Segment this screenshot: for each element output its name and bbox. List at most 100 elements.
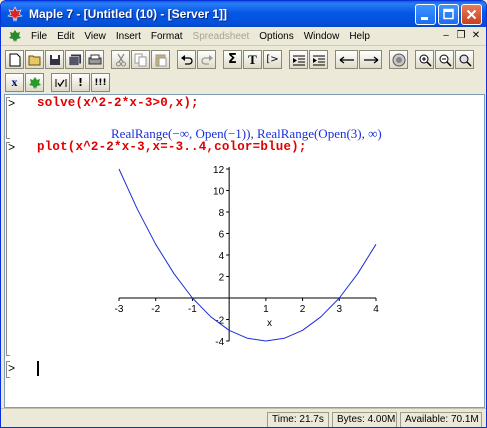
right-arrow-icon <box>363 55 378 64</box>
menu-bar: File Edit View Insert Format Spreadsheet… <box>1 27 486 46</box>
maple-input-button[interactable] <box>25 73 44 92</box>
outdent-button[interactable] <box>289 50 308 69</box>
x-tick-label: 2 <box>300 304 306 315</box>
y-tick-label: 8 <box>219 208 225 219</box>
paste-button[interactable] <box>151 50 170 69</box>
print-button[interactable] <box>85 50 104 69</box>
x-tick-label: -1 <box>188 304 197 315</box>
stop-button[interactable] <box>389 50 408 69</box>
prompt-1: > <box>8 97 16 111</box>
doc-minimize-icon[interactable]: ‒ <box>440 30 452 42</box>
x-tick-label: 3 <box>337 304 343 315</box>
window-title: Maple 7 - [Untitled (10) - [Server 1]] <box>29 7 228 21</box>
minimize-button[interactable] <box>415 4 436 25</box>
indent-button[interactable] <box>309 50 328 69</box>
function-plot[interactable]: -3 -2 -1 1 2 3 4-4-224681012x <box>101 161 391 356</box>
redo-button[interactable] <box>197 50 216 69</box>
y-tick-label: 10 <box>213 187 225 198</box>
menu-file[interactable]: File <box>26 31 52 42</box>
copy-button[interactable] <box>131 50 150 69</box>
menu-view[interactable]: View <box>79 31 111 42</box>
x-tick-label: 1 <box>263 304 269 315</box>
scissors-icon <box>115 53 126 66</box>
paste-icon <box>155 54 166 66</box>
insert-text-button[interactable]: T <box>243 50 262 69</box>
document-maple-icon[interactable] <box>8 29 22 43</box>
expand-section-button[interactable] <box>359 50 382 69</box>
menu-insert[interactable]: Insert <box>111 31 146 42</box>
input-line-1[interactable]: solve(x^2-2*x-3>0,x); <box>37 96 199 110</box>
zoom-fit-button[interactable] <box>455 50 474 69</box>
cut-button[interactable] <box>111 50 130 69</box>
new-document-button[interactable] <box>5 50 24 69</box>
maple-leaf-green-icon <box>28 76 41 89</box>
input-line-2[interactable]: plot(x^2-2*x-3,x=-3..4,color=blue); <box>37 140 307 154</box>
save-all-button[interactable] <box>65 50 84 69</box>
floppy-stack-icon <box>68 54 81 66</box>
sigma-icon: Σ <box>228 52 237 67</box>
open-button[interactable] <box>25 50 44 69</box>
status-bytes: Bytes: 4.00M <box>332 412 397 427</box>
maximize-button[interactable] <box>438 4 459 25</box>
triple-exclamation-icon: !!! <box>94 77 107 88</box>
context-toolbar: x ! !!! <box>5 71 111 94</box>
close-button[interactable] <box>461 4 482 25</box>
menu-spreadsheet[interactable]: Spreadsheet <box>188 31 255 42</box>
menu-window[interactable]: Window <box>299 31 345 42</box>
x-axis-label: x <box>267 318 272 329</box>
y-tick-label: 12 <box>213 165 225 176</box>
main-toolbar: Σ T [> <box>5 48 483 71</box>
execute-button[interactable]: ! <box>71 73 90 92</box>
menu-edit[interactable]: Edit <box>52 31 79 42</box>
zoom-in-button[interactable] <box>415 50 434 69</box>
magnifier-icon <box>459 54 472 67</box>
document-controls: ‒ ❐ ✕ <box>440 30 482 42</box>
text-mode-toggle-button[interactable] <box>51 73 70 92</box>
left-arrow-icon <box>339 55 354 64</box>
new-file-icon <box>9 53 20 66</box>
exclamation-icon: ! <box>77 76 84 89</box>
minimize-icon <box>421 17 428 20</box>
redo-icon <box>200 54 213 65</box>
stop-circle-icon <box>392 53 405 66</box>
insert-math-button[interactable]: Σ <box>223 50 242 69</box>
folder-icon <box>28 55 40 65</box>
status-time: Time: 21.7s <box>267 412 329 427</box>
menu-options[interactable]: Options <box>254 31 298 42</box>
menu-help[interactable]: Help <box>344 31 375 42</box>
window-controls <box>415 4 482 25</box>
title-bar[interactable]: Maple 7 - [Untitled (10) - [Server 1]] <box>1 1 486 27</box>
menu-format[interactable]: Format <box>146 31 188 42</box>
maple-window: Maple 7 - [Untitled (10) - [Server 1]] F… <box>0 0 487 428</box>
outdent-icon <box>292 55 305 65</box>
y-tick-label: 4 <box>219 251 225 262</box>
prompt-2: > <box>8 141 16 155</box>
prompt-3: > <box>8 362 16 376</box>
indent-icon <box>312 55 325 65</box>
doc-close-icon[interactable]: ✕ <box>470 30 482 42</box>
close-icon <box>466 9 477 20</box>
floppy-icon <box>49 54 60 65</box>
printer-icon <box>88 54 101 64</box>
math-mode-button[interactable]: x <box>5 73 24 92</box>
worksheet[interactable]: > solve(x^2-2*x-3>0,x); RealRange(−∞, Op… <box>4 94 485 408</box>
y-tick-label: -4 <box>215 337 224 348</box>
group-bracket-2 <box>6 142 10 356</box>
exec-group-icon: [> <box>266 54 279 65</box>
curve-series-0 <box>118 168 377 342</box>
zoom-out-button[interactable] <box>435 50 454 69</box>
math-x-icon: x <box>11 75 18 89</box>
x-tick-label: -3 <box>115 304 124 315</box>
collapse-section-button[interactable] <box>335 50 358 69</box>
x-tick-label: -2 <box>151 304 160 315</box>
doc-restore-icon[interactable]: ❐ <box>455 30 467 42</box>
maximize-icon <box>443 8 454 20</box>
zoom-in-icon <box>419 54 432 67</box>
insert-execution-group-button[interactable]: [> <box>263 50 282 69</box>
status-bar: Time: 21.7s Bytes: 4.00M Available: 70.1… <box>1 408 486 427</box>
y-tick-label: 6 <box>219 230 225 241</box>
save-button[interactable] <box>45 50 64 69</box>
undo-button[interactable] <box>177 50 196 69</box>
execute-all-button[interactable]: !!! <box>91 73 110 92</box>
y-tick-label: 2 <box>219 273 225 284</box>
